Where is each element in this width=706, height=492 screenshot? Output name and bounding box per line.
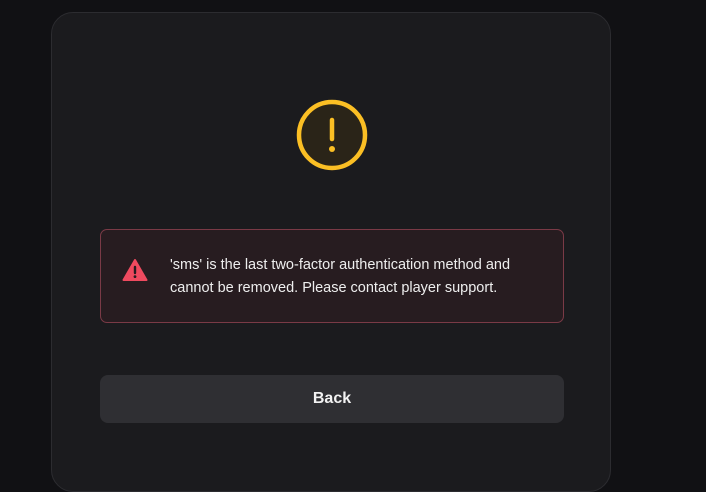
error-alert: 'sms' is the last two-factor authenticat…: [100, 229, 564, 323]
dialog-card: 'sms' is the last two-factor authenticat…: [51, 12, 611, 492]
back-button[interactable]: Back: [100, 375, 564, 423]
alert-message: 'sms' is the last two-factor authenticat…: [170, 257, 511, 296]
warning-triangle-icon: [122, 259, 148, 281]
exclamation-circle-icon: [296, 99, 368, 171]
